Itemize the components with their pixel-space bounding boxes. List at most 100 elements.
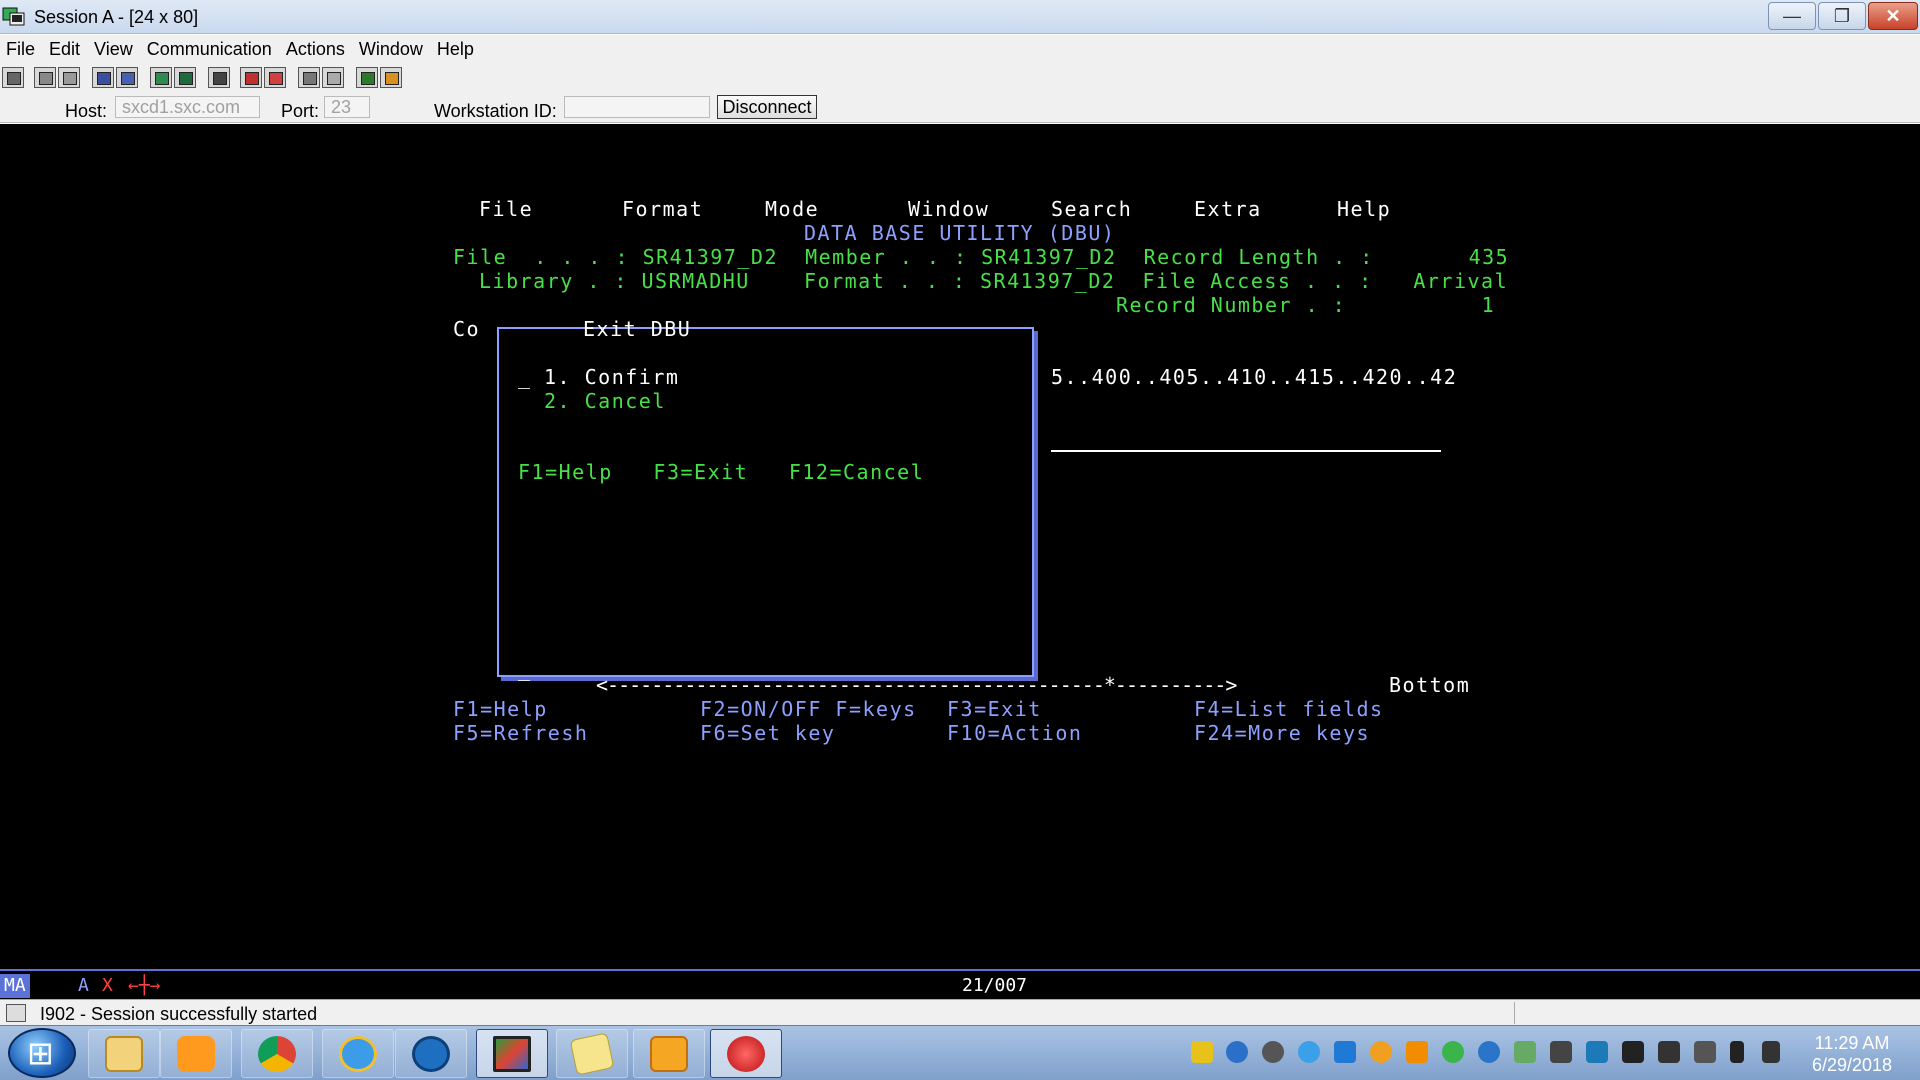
record-number-line: Record Number . : 1 [1116,293,1496,317]
dialog-function-keys: F1=Help F3=Exit F12=Cancel [518,460,925,484]
sync-tray-icon[interactable] [1262,1041,1284,1063]
input-cursor[interactable]: _ [518,657,532,681]
connection-bar: Host: sxcd1.sxc.com Port: 23 Workstation… [0,93,1920,123]
stop-macro-icon[interactable] [264,67,286,88]
menu-communication[interactable]: Communication [147,39,272,60]
security-tray-icon[interactable] [1191,1041,1213,1063]
term-menu-window[interactable]: Window [908,197,989,221]
minimize-button[interactable]: — [1768,2,1816,30]
host-field[interactable]: sxcd1.sxc.com [115,96,260,118]
ruler-underline [1051,450,1441,452]
term-menu-mode[interactable]: Mode [765,197,819,221]
start-button[interactable] [8,1028,76,1078]
session-indicator: A [78,975,89,996]
menu-window[interactable]: Window [359,39,423,60]
menu-help[interactable]: Help [437,39,474,60]
settings-icon[interactable] [322,67,344,88]
battery-icon[interactable] [1730,1041,1744,1063]
status-bar: I902 - Session successfully started [0,999,1920,1025]
term-menu-extra[interactable]: Extra [1194,197,1262,221]
library-info-line: Library . : USRMADHU Format . . : SR4139… [479,269,1509,293]
input-inhibited-icon: ←┼→ [128,975,161,996]
signal-icon[interactable] [1762,1041,1780,1063]
menu-view[interactable]: View [94,39,133,60]
taskbar-clock[interactable]: 11:29 AM 6/29/2018 [1790,1032,1914,1076]
play-macro-icon[interactable] [298,67,320,88]
mode-indicator: MA [0,974,30,998]
paste-icon[interactable] [58,67,80,88]
fkey-f3[interactable]: F3=Exit [947,697,1042,721]
taskbar-emulator-session[interactable] [476,1029,548,1078]
flag-tray-icon[interactable] [1622,1041,1644,1063]
maximize-button[interactable]: ❐ [1818,2,1866,30]
fkey-f6[interactable]: F6=Set key [700,721,835,745]
receive-file-icon[interactable] [116,67,138,88]
horizontal-scroll-indicator: <---------------------------------------… [596,673,1237,697]
taskbar-remote-desktop[interactable] [395,1029,467,1078]
taskbar-notes[interactable] [556,1029,628,1078]
recycle-tray-icon[interactable] [1442,1041,1464,1063]
taskbar: 11:29 AM 6/29/2018 [0,1025,1920,1080]
skype-tray-icon[interactable] [1550,1041,1572,1063]
send-file-icon[interactable] [92,67,114,88]
term-menu-search[interactable]: Search [1051,197,1132,221]
display-tray-icon[interactable] [1658,1041,1680,1063]
copy-icon[interactable] [34,67,56,88]
taskbar-media-player[interactable] [160,1029,232,1078]
globe-network-icon [727,1036,765,1072]
menu-file[interactable]: File [6,39,35,60]
network-app-tray-icon[interactable] [1586,1041,1608,1063]
fkey-f1[interactable]: F1=Help [453,697,548,721]
taskbar-chrome[interactable] [241,1029,313,1078]
clock-time: 11:29 AM [1814,1033,1890,1053]
taskbar-network-app[interactable] [710,1029,782,1078]
workstation-id-field[interactable] [564,96,710,118]
term-menu-format[interactable]: Format [622,197,703,221]
fkey-f2[interactable]: F2=ON/OFF F=keys [700,697,917,721]
office-tray-icon[interactable] [1406,1041,1428,1063]
print-screen-icon[interactable] [2,67,24,88]
fkey-f24[interactable]: F24=More keys [1194,721,1370,745]
taskbar-internet-explorer[interactable] [322,1029,394,1078]
chat-tray-icon[interactable] [1298,1041,1320,1063]
taskbar-file-explorer[interactable] [88,1029,160,1078]
term-menu-file[interactable]: File [479,197,533,221]
status-divider [1514,1002,1515,1024]
bluetooth-tray-icon[interactable] [1226,1041,1248,1063]
fkey-f10[interactable]: F10=Action [947,721,1082,745]
macro-icon[interactable] [208,67,230,88]
record-macro-icon[interactable] [240,67,262,88]
tag-icon[interactable] [380,67,402,88]
menu-actions[interactable]: Actions [286,39,345,60]
fkey-f5[interactable]: F5=Refresh [453,721,588,745]
port-label: Port: [281,101,320,121]
option-confirm[interactable]: 1. Confirm [544,365,679,389]
window-title: Session A - [24 x 80] [34,7,199,27]
cursor-position: 21/007 [962,975,1028,996]
printer-tray-icon[interactable] [1514,1041,1536,1063]
display-icon[interactable] [150,67,172,88]
disconnect-button[interactable]: Disconnect [717,95,817,119]
title-bar: Session A - [24 x 80] — ❐ ✕ [0,0,1920,34]
volume-icon[interactable] [1694,1041,1716,1063]
shield-tray-icon[interactable] [1478,1041,1500,1063]
fkey-f4[interactable]: F4=List fields [1194,697,1384,721]
weather-tray-icon[interactable] [1370,1041,1392,1063]
port-field[interactable]: 23 [324,96,370,118]
keyboard-map-icon[interactable] [174,67,196,88]
monitor-icon [493,1036,531,1072]
sticky-notes-icon [569,1032,615,1076]
workstation-id-label: Workstation ID: [434,101,557,121]
windows-tray-icon[interactable] [1334,1041,1356,1063]
terminal-screen[interactable]: File Format Mode Window Search Extra Hel… [0,124,1920,969]
term-menu-help[interactable]: Help [1337,197,1391,221]
remote-desktop-icon [412,1036,450,1072]
chrome-icon [258,1036,296,1072]
menu-edit[interactable]: Edit [49,39,80,60]
taskbar-outlook[interactable] [633,1029,705,1078]
status-message: I902 - Session successfully started [40,1004,318,1024]
option-cancel[interactable]: 2. Cancel [544,389,666,413]
close-button[interactable]: ✕ [1868,2,1918,30]
option-input[interactable]: _ [518,365,532,389]
globe-icon[interactable] [356,67,378,88]
